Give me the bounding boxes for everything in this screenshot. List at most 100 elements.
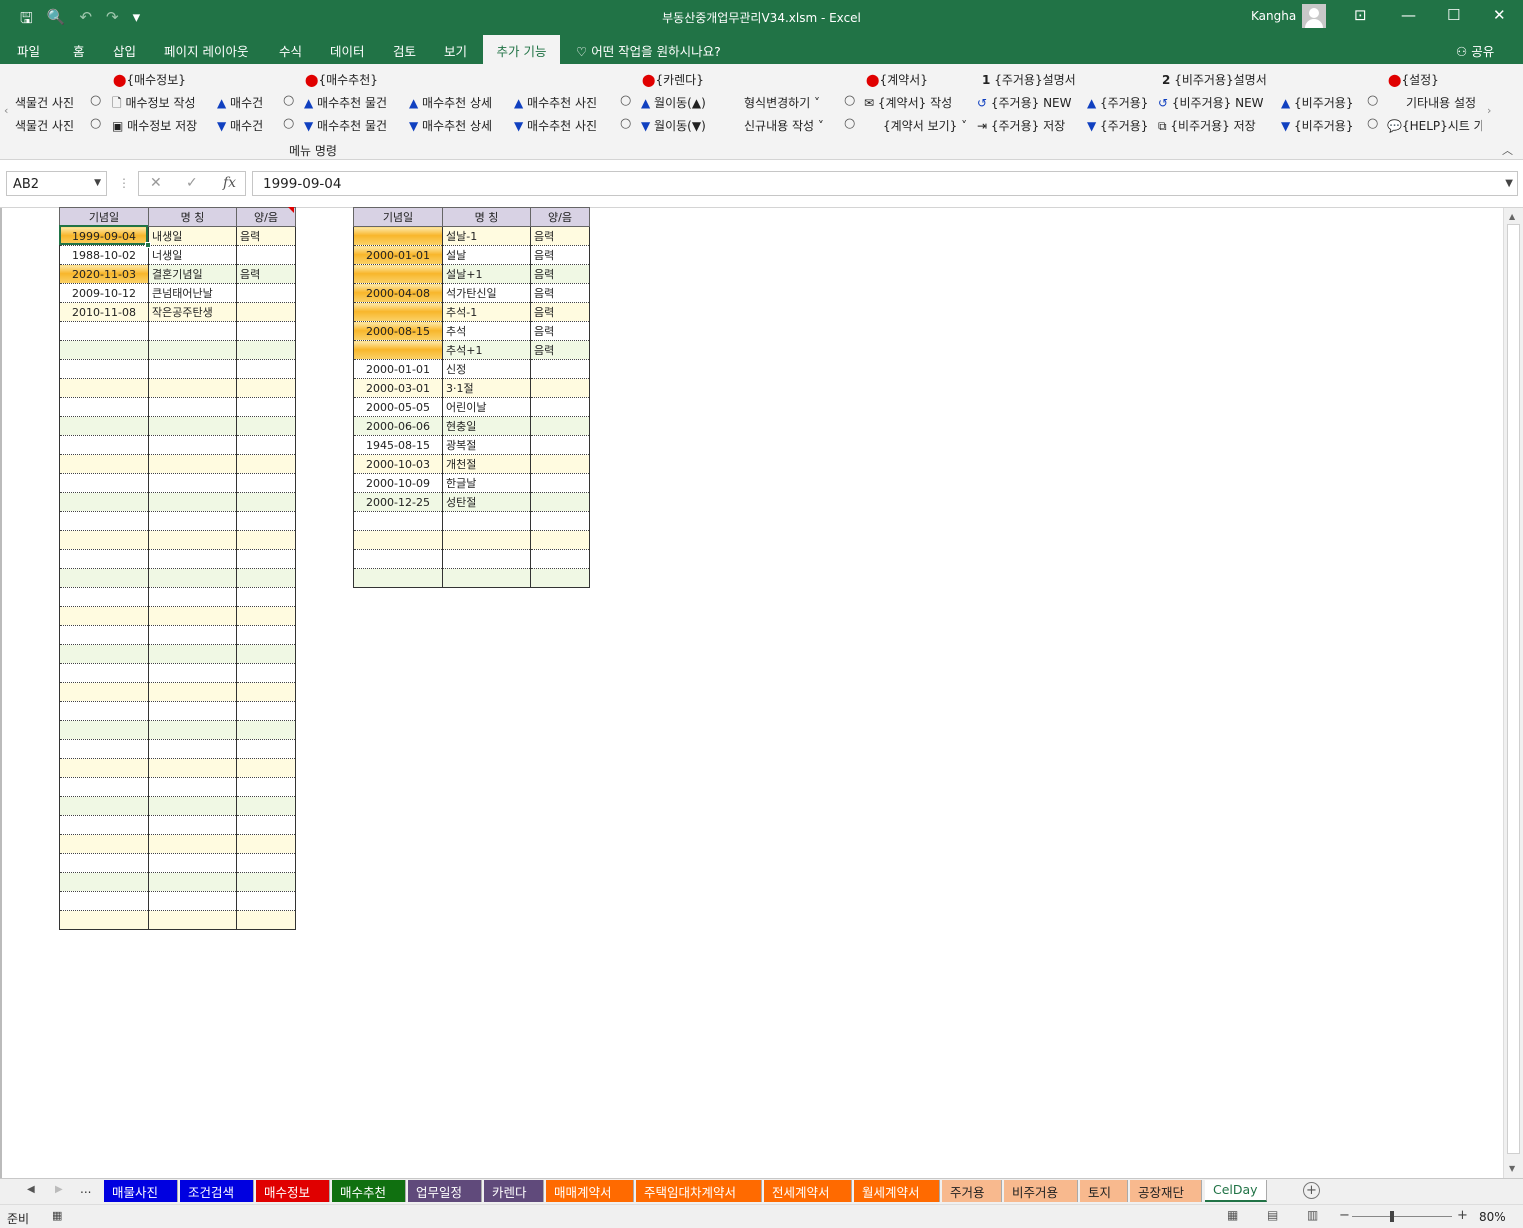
date-cell[interactable] [59, 397, 149, 417]
date-cell[interactable] [59, 511, 149, 531]
name-cell[interactable] [148, 549, 237, 569]
name-cell[interactable]: 현충일 [442, 416, 531, 436]
date-cell[interactable]: 2000-06-06 [353, 416, 443, 436]
sheet-tab-9[interactable]: 전세계약서 [764, 1180, 852, 1202]
name-cell[interactable]: 내생일 [148, 226, 237, 246]
name-cell[interactable] [148, 378, 237, 398]
header-date[interactable]: 기념일 [59, 207, 149, 227]
nonresidential-new-button[interactable]: ↺ {비주거용} NEW [1158, 94, 1264, 111]
name-cell[interactable]: 광복절 [442, 435, 531, 455]
calendar-type-cell[interactable] [236, 587, 296, 607]
rec-photo-up-button[interactable]: ▲ 매수추천 사진 [514, 94, 597, 111]
header-name[interactable]: 명 칭 [442, 207, 531, 227]
ribbon-scroll-right-icon[interactable]: › [1487, 104, 1491, 117]
date-cell[interactable]: 2000-08-15 [353, 321, 443, 341]
name-cell[interactable] [148, 416, 237, 436]
name-cell[interactable] [148, 511, 237, 531]
date-cell[interactable] [59, 549, 149, 569]
name-cell[interactable]: 어린이날 [442, 397, 531, 417]
fill-handle[interactable] [145, 242, 151, 248]
calendar-type-cell[interactable] [530, 530, 590, 550]
name-cell[interactable]: 신정 [442, 359, 531, 379]
date-cell[interactable] [59, 815, 149, 835]
name-cell[interactable] [148, 606, 237, 626]
date-cell[interactable] [59, 682, 149, 702]
calendar-type-cell[interactable] [236, 454, 296, 474]
date-cell[interactable] [353, 549, 443, 569]
calendar-type-cell[interactable] [236, 549, 296, 569]
tab-review[interactable]: 검토 [393, 41, 416, 60]
name-box[interactable]: AB2 ▼ [6, 171, 107, 196]
insert-function-icon[interactable]: fx [223, 175, 236, 191]
calendar-type-cell[interactable] [236, 625, 296, 645]
calendar-type-cell[interactable] [236, 834, 296, 854]
zoom-level[interactable]: 80% [1479, 1210, 1506, 1224]
calendar-type-cell[interactable] [530, 435, 590, 455]
calendar-type-cell[interactable] [236, 359, 296, 379]
calendar-type-cell[interactable] [236, 473, 296, 493]
help-sheet-button[interactable]: 💬{HELP}시트 가기 [1387, 117, 1482, 134]
name-cell[interactable] [148, 625, 237, 645]
ribbon-scroll-left-icon[interactable]: ‹ [4, 104, 8, 117]
sheet-tab-11[interactable]: 주거용 [942, 1180, 1002, 1202]
macro-record-icon[interactable]: ▦ [52, 1209, 62, 1222]
date-cell[interactable] [59, 568, 149, 588]
date-cell[interactable] [353, 568, 443, 588]
name-cell[interactable] [148, 340, 237, 360]
radio-icon[interactable]: ○ [283, 93, 294, 108]
calendar-type-cell[interactable] [530, 454, 590, 474]
calendar-type-cell[interactable]: 음력 [530, 302, 590, 322]
rec-detail-down-button[interactable]: ▼ 매수추천 상세 [409, 117, 492, 134]
calendar-type-cell[interactable] [236, 701, 296, 721]
calendar-type-cell[interactable] [236, 568, 296, 588]
sheet-tab-13[interactable]: 토지 [1080, 1180, 1128, 1202]
radio-icon[interactable]: ○ [90, 93, 101, 108]
date-cell[interactable] [59, 701, 149, 721]
sheet-tab-14[interactable]: 공장재단 [1130, 1180, 1202, 1202]
calendar-type-cell[interactable] [236, 777, 296, 797]
name-cell[interactable] [148, 834, 237, 854]
name-cell[interactable] [148, 758, 237, 778]
tab-data[interactable]: 데이터 [330, 41, 365, 60]
sheet-tab-celday[interactable]: CelDay [1205, 1180, 1267, 1202]
date-cell[interactable] [59, 625, 149, 645]
name-cell[interactable] [148, 682, 237, 702]
date-cell[interactable]: 2009-10-12 [59, 283, 149, 303]
name-cell[interactable] [148, 321, 237, 341]
formula-input[interactable]: 1999-09-04 ▼ [252, 171, 1518, 196]
name-cell[interactable] [148, 796, 237, 816]
residential-new-button[interactable]: ↺ {주거용} NEW [977, 94, 1072, 111]
name-cell[interactable]: 작은공주탄생 [148, 302, 237, 322]
enter-icon[interactable]: ✓ [186, 175, 198, 191]
rec-photo-down-button[interactable]: ▼ 매수추천 사진 [514, 117, 597, 134]
tab-insert[interactable]: 삽입 [113, 41, 136, 60]
date-cell[interactable] [59, 530, 149, 550]
name-cell[interactable] [148, 910, 237, 930]
new-content-dropdown[interactable]: 신규내용 작성 ˅ [744, 117, 824, 134]
nonresidential-up-button[interactable]: ▲ {비주거용} [1281, 94, 1353, 111]
date-cell[interactable]: 2020-11-03 [59, 264, 149, 284]
share-button[interactable]: ⚇ 공유 [1456, 41, 1494, 60]
calendar-type-cell[interactable] [236, 682, 296, 702]
date-cell[interactable]: 1999-09-04 [59, 226, 149, 246]
tab-scroll-left-icon[interactable]: ◀ [27, 1184, 35, 1195]
date-cell[interactable] [59, 663, 149, 683]
tab-file[interactable]: 파일 [17, 41, 40, 60]
buyinfo-save-button[interactable]: ▣ 매수정보 저장 [112, 117, 197, 134]
contract-view-dropdown[interactable]: {계약서 보기} ˅ [883, 117, 967, 134]
buy-count-up-button[interactable]: ▲ 매수건 [217, 94, 263, 111]
radio-icon[interactable]: ○ [844, 93, 855, 108]
calendar-type-cell[interactable]: 음력 [530, 245, 590, 265]
name-cell[interactable]: 큰넘태어난날 [148, 283, 237, 303]
date-cell[interactable] [59, 777, 149, 797]
name-cell[interactable] [148, 359, 237, 379]
name-cell[interactable] [148, 587, 237, 607]
name-cell[interactable] [148, 530, 237, 550]
calendar-type-cell[interactable] [236, 720, 296, 740]
name-cell[interactable] [148, 853, 237, 873]
formula-bar-splitter[interactable]: ⋮ [118, 176, 130, 190]
zoom-in-icon[interactable]: + [1457, 1208, 1468, 1223]
zoom-slider[interactable] [1352, 1216, 1452, 1217]
name-cell[interactable] [148, 777, 237, 797]
name-cell[interactable]: 추석 [442, 321, 531, 341]
